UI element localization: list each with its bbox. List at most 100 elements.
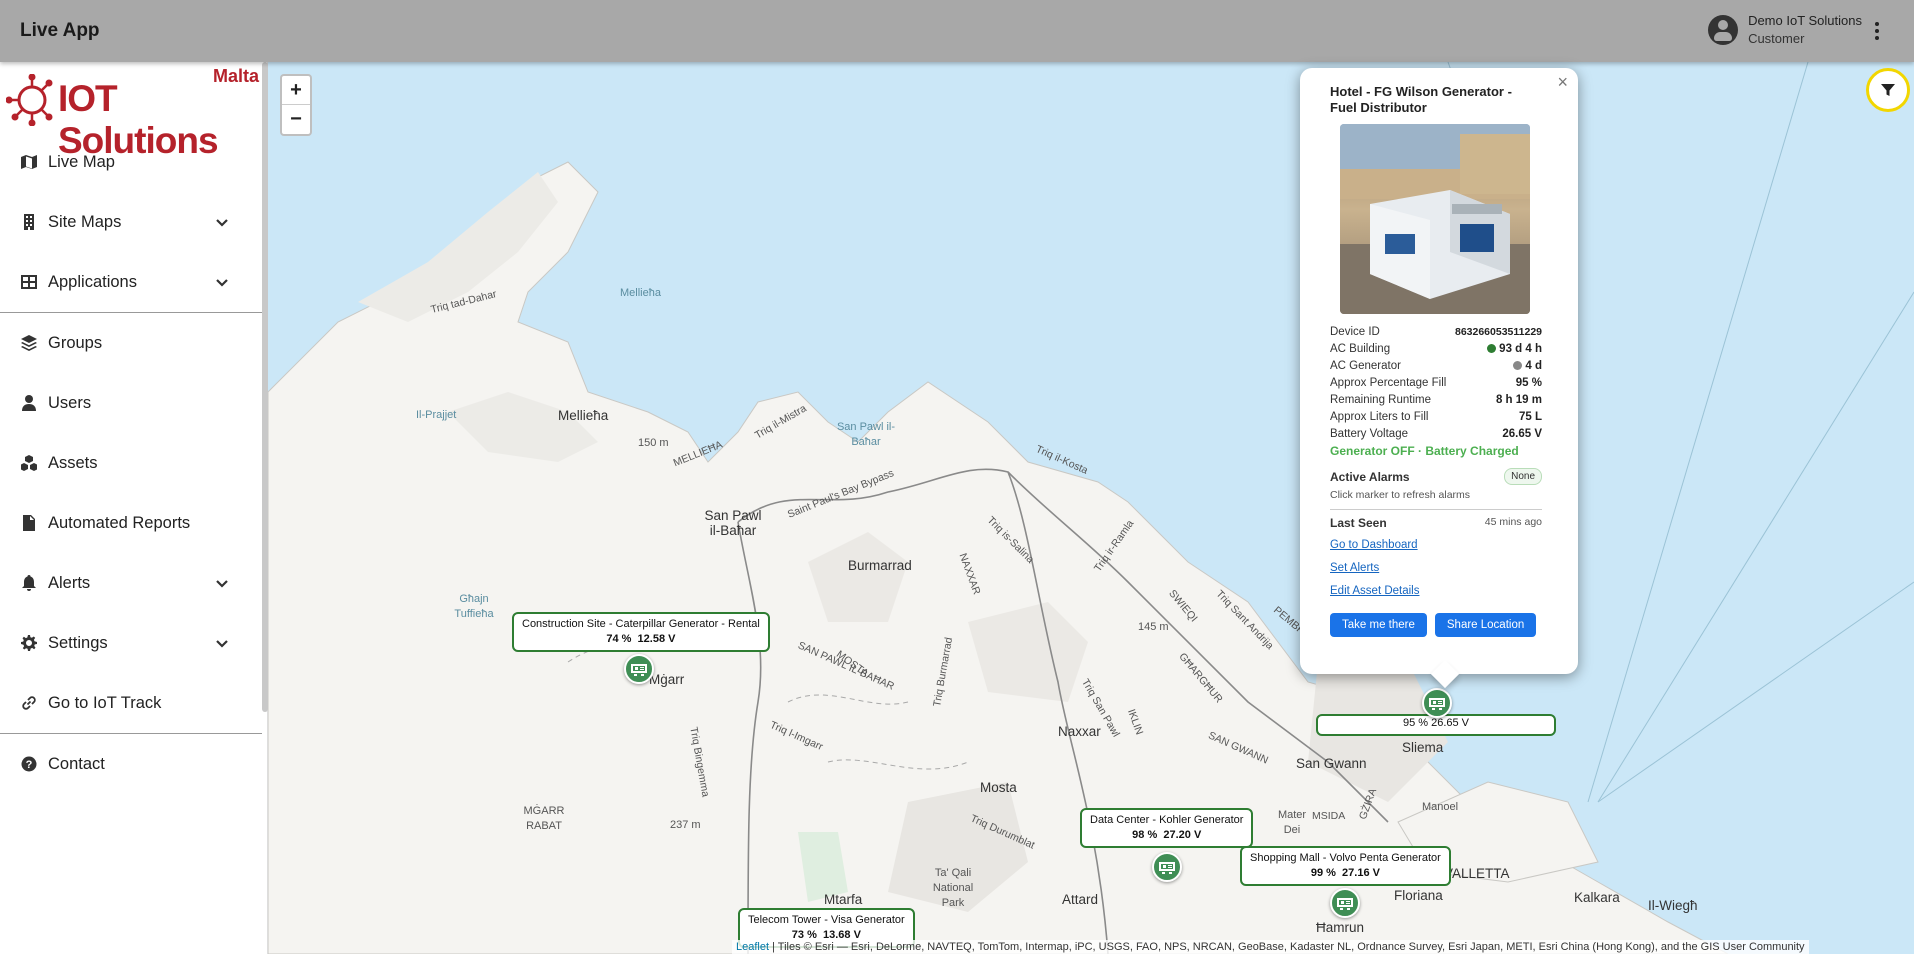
map-label: Burmarrad: [848, 558, 912, 573]
road-label: MSIDA: [1312, 810, 1346, 822]
logo-region: Malta: [212, 66, 259, 86]
status-dot-icon: [1487, 344, 1497, 353]
account-icon: [1708, 15, 1739, 45]
filter-button[interactable]: [1866, 68, 1910, 112]
alarms-hint: Click marker to refresh alarms: [1330, 489, 1471, 501]
map-label: Attard: [1062, 892, 1099, 907]
sidebar-item-label: Go to IoT Track: [48, 693, 162, 712]
map-label: 145 m: [1138, 621, 1169, 633]
map-icon: [20, 153, 38, 171]
generator-marker[interactable]: [1330, 888, 1360, 918]
map-label: Floriana: [1394, 888, 1443, 903]
map-attribution: Leaflet | Tiles © Esri — Esri, DeLorme, …: [732, 940, 1809, 954]
map-label: Mosta: [980, 780, 1017, 795]
map-label: Sliema: [1402, 740, 1444, 755]
status-dot-icon: [1513, 361, 1523, 370]
close-icon[interactable]: ×: [1557, 72, 1568, 93]
set-alerts-link[interactable]: Set Alerts: [1330, 561, 1379, 576]
map-label: Mtarfa: [824, 892, 863, 907]
marker-label-shopping-mall[interactable]: Shopping Mall - Volvo Penta Generator 99…: [1240, 846, 1451, 886]
sidebar-item-users[interactable]: Users: [0, 373, 262, 433]
generator-marker[interactable]: [1152, 852, 1182, 882]
zoom-in-button[interactable]: +: [282, 76, 310, 105]
popup-row-ac-generator: AC Generator 4 d: [1330, 360, 1542, 372]
app-bar: Live App Demo IoT Solutions Customer: [0, 0, 1914, 62]
popup-row-ac-building: AC Building 93 d 4 h: [1330, 343, 1542, 355]
generator-icon: [1429, 698, 1445, 710]
logo: IOT Solutions Malta: [4, 66, 259, 161]
map-label: Ta' Qali National Park: [932, 867, 974, 909]
alarms-badge: None: [1504, 468, 1542, 485]
sidebar-item-groups[interactable]: Groups: [0, 313, 262, 373]
sidebar-item-label: Groups: [48, 333, 103, 352]
building-icon: [20, 213, 38, 231]
sidebar-item-label: Live Map: [48, 152, 115, 171]
map-label: 237 m: [670, 819, 701, 831]
asset-popup: × Hotel - FG Wilson Generator - Fuel Dis…: [1300, 68, 1578, 689]
marker-label-data-center[interactable]: Data Center - Kohler Generator 98 % 27.2…: [1080, 808, 1254, 848]
more-options-icon[interactable]: [1874, 20, 1880, 42]
sidebar-item-alerts[interactable]: Alerts: [0, 553, 262, 613]
sidebar-item-site-maps[interactable]: Site Maps: [0, 192, 262, 252]
generator-marker[interactable]: [624, 654, 654, 684]
take-me-there-button[interactable]: Take me there: [1330, 613, 1427, 637]
go-to-dashboard-link[interactable]: Go to Dashboard: [1330, 538, 1418, 553]
share-location-button[interactable]: Share Location: [1434, 613, 1537, 637]
user-role: Customer: [1748, 31, 1805, 46]
map-label: San Pawl il-Baħar: [704, 508, 762, 538]
filter-icon: [1881, 84, 1895, 96]
user-menu[interactable]: Demo IoT Solutions Customer: [1708, 12, 1862, 48]
user-icon: [20, 394, 38, 412]
map-label: Mellieħa: [620, 287, 661, 299]
edit-asset-details-link[interactable]: Edit Asset Details: [1330, 584, 1419, 599]
sidebar-item-contact[interactable]: ? Contact: [0, 734, 262, 794]
sidebar-item-label: Applications: [48, 272, 137, 291]
chevron-down-icon[interactable]: [214, 274, 230, 290]
sidebar-item-label: Contact: [48, 754, 105, 773]
chevron-down-icon[interactable]: [214, 214, 230, 230]
generator-photo-illustration: [1340, 124, 1530, 314]
asset-photo: [1340, 124, 1530, 314]
sidebar-item-label: Automated Reports: [48, 513, 191, 532]
popup-row-runtime: Remaining Runtime 8 h 19 m: [1330, 394, 1542, 406]
marker-label-construction-site[interactable]: Construction Site - Caterpillar Generato…: [512, 612, 770, 652]
svg-text:?: ?: [26, 759, 33, 771]
map-label: Kalkara: [1574, 890, 1620, 905]
map-label: VALLETTA: [1444, 866, 1510, 881]
iot-logo-icon: [6, 74, 53, 126]
sidebar-item-label: Users: [48, 393, 92, 412]
zoom-control: + −: [280, 74, 312, 136]
grid-icon: [20, 273, 38, 291]
live-map[interactable]: + − Mellieħa Mellieħa Il-Prajjet San Paw…: [268, 62, 1914, 954]
generator-marker[interactable]: [1422, 688, 1452, 718]
map-label: 150 m: [638, 437, 669, 449]
file-icon: [20, 514, 38, 532]
zoom-out-button[interactable]: −: [282, 105, 310, 134]
popup-row-liters: Approx Liters to Fill 75 L: [1330, 411, 1542, 423]
map-label: Mġarr: [649, 672, 685, 687]
sidebar-item-live-map[interactable]: Live Map: [0, 132, 262, 192]
user-name: Demo IoT Solutions: [1748, 13, 1862, 28]
popup-divider: [1330, 509, 1542, 510]
chevron-down-icon[interactable]: [214, 635, 230, 651]
popup-row-fill: Approx Percentage Fill 95 %: [1330, 377, 1542, 389]
sidebar-item-applications[interactable]: Applications: [0, 252, 262, 312]
chevron-down-icon[interactable]: [214, 575, 230, 591]
sidebar-item-settings[interactable]: Settings: [0, 613, 262, 673]
sidebar-scrollbar[interactable]: [262, 62, 268, 712]
map-label: Il-Prajjet: [416, 409, 457, 421]
link-icon: [20, 694, 38, 712]
sidebar-item-automated-reports[interactable]: Automated Reports: [0, 493, 262, 553]
map-label: Mater Dei: [1277, 809, 1307, 836]
map-label: Ħamrun: [1316, 920, 1365, 935]
sidebar-item-label: Alerts: [48, 573, 91, 592]
sidebar-item-go-to-iot-track[interactable]: Go to IoT Track: [0, 673, 262, 733]
sidebar-item-assets[interactable]: Assets: [0, 433, 262, 493]
cubes-icon: [20, 454, 38, 472]
gear-icon: [20, 634, 38, 652]
map-label: MĠARR RABAT: [523, 805, 565, 832]
sidebar-item-label: Assets: [48, 453, 98, 472]
generator-icon: [1159, 862, 1175, 874]
leaflet-link[interactable]: Leaflet: [736, 941, 769, 953]
generator-icon: [1337, 898, 1353, 910]
